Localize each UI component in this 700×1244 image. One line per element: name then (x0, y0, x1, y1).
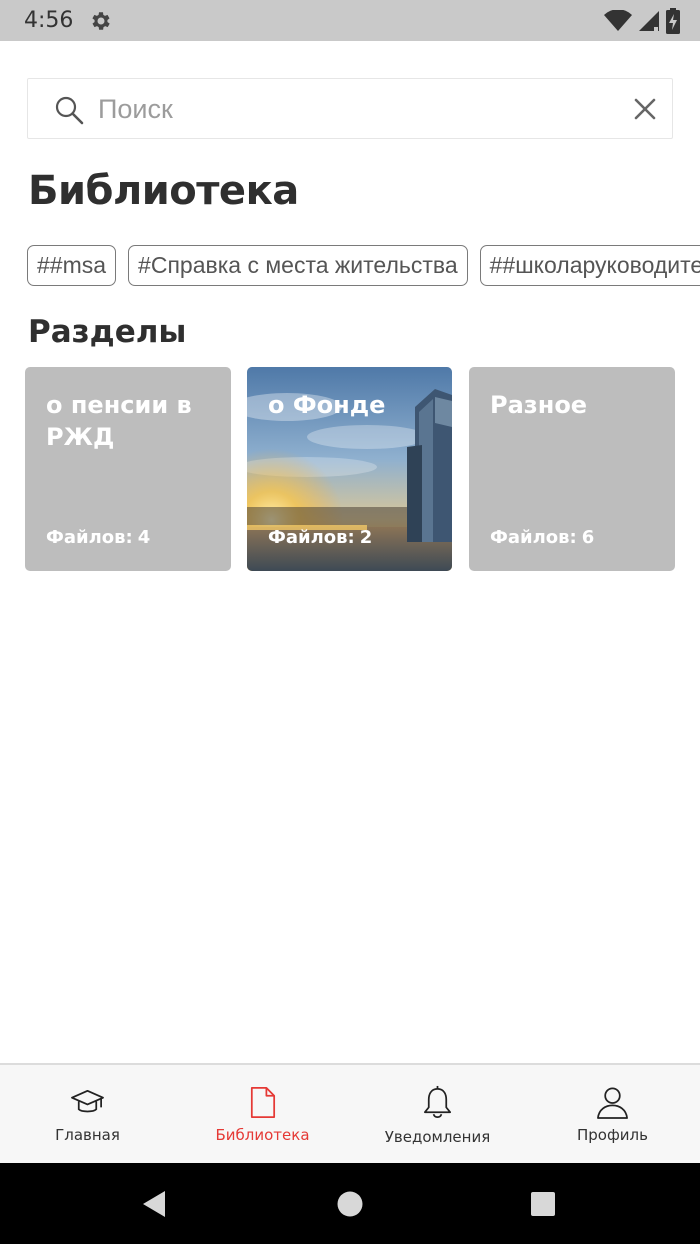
section-card-pension[interactable]: о пенсии в РЖД Файлов: 4 (25, 367, 231, 571)
back-icon[interactable] (139, 1188, 171, 1220)
nav-item-profile[interactable]: Профиль (525, 1065, 700, 1163)
home-icon[interactable] (334, 1188, 366, 1220)
nav-item-home[interactable]: Главная (0, 1065, 175, 1163)
tags-row: ##msa #Справка с места жительства ##школар… (27, 245, 700, 287)
tag-chip[interactable]: ##msa (27, 245, 117, 286)
nav-label: Библиотека (215, 1126, 310, 1144)
gear-icon (92, 12, 110, 30)
close-icon[interactable] (633, 97, 657, 121)
tag-chip[interactable]: #Справка с места жительства (128, 245, 468, 286)
section-card-count: Файлов: 4 (46, 527, 151, 548)
section-card-title: Разное (490, 391, 588, 419)
search-bar (27, 78, 673, 139)
status-icons (604, 8, 680, 34)
section-card-misc[interactable]: Разное Файлов: 6 (469, 367, 675, 571)
section-card-count: Файлов: 6 (490, 527, 595, 548)
sections-title: Разделы (28, 314, 187, 350)
nav-item-library[interactable]: Библиотека (175, 1065, 350, 1163)
nav-item-notifications[interactable]: Уведомления (350, 1065, 525, 1163)
signal-icon (639, 11, 659, 31)
document-icon (250, 1087, 276, 1118)
recents-icon[interactable] (527, 1188, 559, 1220)
section-card-title: о Фонде (268, 391, 386, 419)
nav-label: Профиль (577, 1126, 648, 1144)
tag-chip[interactable]: ##школаруководителя (479, 245, 700, 286)
system-nav-bar (0, 1163, 700, 1244)
nav-label: Уведомления (384, 1128, 491, 1146)
section-card-fund[interactable]: о Фонде Файлов: 2 (247, 367, 452, 571)
status-time: 4:56 (24, 8, 74, 33)
battery-icon (666, 8, 680, 34)
page-title: Библиотека (28, 168, 299, 214)
user-icon (597, 1087, 628, 1119)
section-card-title: о пенсии в РЖД (46, 391, 192, 451)
graduation-cap-icon (71, 1089, 104, 1113)
bell-icon (423, 1085, 452, 1118)
bottom-nav: Главная Библиотека Уведомления Профиль (0, 1063, 700, 1163)
search-icon (55, 96, 84, 125)
status-bar: 4:56 (0, 0, 700, 41)
wifi-icon (604, 10, 632, 31)
nav-label: Главная (55, 1126, 120, 1144)
section-card-count: Файлов: 2 (268, 527, 373, 548)
search-input[interactable] (98, 89, 618, 129)
